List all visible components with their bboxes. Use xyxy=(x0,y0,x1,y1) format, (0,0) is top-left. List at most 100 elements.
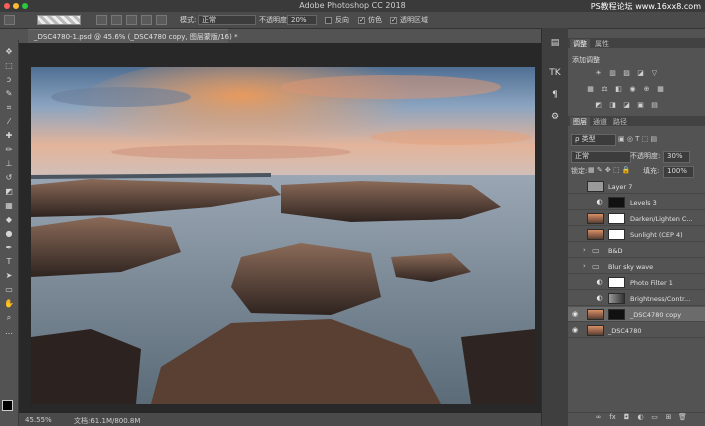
layer-filter-select[interactable]: ρ 类型 xyxy=(571,134,616,146)
filter-type-icons[interactable]: ▣ ◎ T ⬚ ▤ xyxy=(618,135,657,143)
opacity-label: 不透明度: xyxy=(259,16,290,24)
canvas-image[interactable] xyxy=(31,67,535,404)
quick-select-tool-icon[interactable]: ✎ xyxy=(3,88,15,99)
pen-tool-icon[interactable]: ✒ xyxy=(3,242,15,253)
layer-mask-thumbnail xyxy=(608,277,625,288)
add-mask-icon[interactable]: ◘ xyxy=(622,413,631,422)
fill-input[interactable]: 100% xyxy=(663,166,694,178)
zoom-tool-icon[interactable]: ⌕ xyxy=(3,312,15,323)
selective-color-adjust-icon[interactable]: ▣ xyxy=(636,101,645,109)
eraser-tool-icon[interactable]: ◩ xyxy=(3,186,15,197)
hand-tool-icon[interactable]: ✋ xyxy=(3,298,15,309)
posterize-adjust-icon[interactable]: ◨ xyxy=(608,101,617,109)
layer-row[interactable]: ◉ _DSC4780 xyxy=(568,323,705,338)
link-layers-icon[interactable]: ∞ xyxy=(594,413,603,422)
angle-gradient-icon[interactable] xyxy=(126,15,137,25)
history-panel-icon[interactable]: ▤ xyxy=(548,36,562,50)
layer-name: Brightness/Contr... xyxy=(630,295,691,303)
linear-gradient-icon[interactable] xyxy=(96,15,107,25)
brush-tool-icon[interactable]: ✏ xyxy=(3,144,15,155)
channel-mixer-adjust-icon[interactable]: ⊕ xyxy=(642,85,651,93)
vibrance-adjust-icon[interactable]: ▽ xyxy=(650,69,659,77)
shape-tool-icon[interactable]: ▭ xyxy=(3,284,15,295)
healing-brush-tool-icon[interactable]: ✚ xyxy=(3,130,15,141)
layer-row[interactable]: › ▭ B&D xyxy=(568,243,705,258)
new-group-icon[interactable]: ▭ xyxy=(650,413,659,422)
zoom-level[interactable]: 45.55% xyxy=(25,416,52,424)
opacity-input[interactable]: 20% xyxy=(287,15,317,25)
paragraph-panel-icon[interactable]: ¶ xyxy=(548,88,562,102)
properties-panel-icon[interactable]: ⚙ xyxy=(548,110,562,124)
layers-bottom-bar: ∞ fx ◘ ◐ ▭ ⊞ 🗑 xyxy=(568,412,705,425)
mode-select[interactable]: 正常 xyxy=(198,15,256,25)
history-brush-tool-icon[interactable]: ↺ xyxy=(3,172,15,183)
eyedropper-tool-icon[interactable]: ⁄ xyxy=(3,116,15,127)
layer-row[interactable]: ◉ _DSC4780 copy xyxy=(568,307,705,322)
tool-preset-icon[interactable] xyxy=(4,15,15,25)
invert-adjust-icon[interactable]: ◩ xyxy=(594,101,603,109)
levels-adjust-icon[interactable]: ▥ xyxy=(608,69,617,77)
hue-adjust-icon[interactable]: ▦ xyxy=(586,85,595,93)
seascape-photo xyxy=(31,67,535,404)
move-tool-icon[interactable]: ✥ xyxy=(3,46,15,57)
radial-gradient-icon[interactable] xyxy=(111,15,122,25)
curves-adjust-icon[interactable]: ▨ xyxy=(622,69,631,77)
layer-style-icon[interactable]: fx xyxy=(608,413,617,422)
color-lookup-adjust-icon[interactable]: ▦ xyxy=(656,85,665,93)
layer-row[interactable]: ◐ Levels 3 xyxy=(568,195,705,210)
layer-row[interactable]: › ▭ Blur sky wave xyxy=(568,259,705,274)
tab-layers[interactable]: 图层 xyxy=(570,117,590,126)
new-layer-icon[interactable]: ⊞ xyxy=(664,413,673,422)
transparency-checkbox[interactable] xyxy=(390,16,397,24)
reflected-gradient-icon[interactable] xyxy=(141,15,152,25)
tab-paths[interactable]: 路径 xyxy=(610,117,630,127)
character-panel-icon[interactable]: TK xyxy=(548,66,562,80)
blend-mode-select[interactable]: 正常 xyxy=(571,151,631,163)
more-tools-icon[interactable]: … xyxy=(3,326,15,337)
dodge-tool-icon[interactable]: ● xyxy=(3,228,15,239)
tab-adjustments[interactable]: 调整 xyxy=(570,39,590,48)
visibility-eye-icon[interactable]: ◉ xyxy=(571,327,579,334)
tab-properties[interactable]: 属性 xyxy=(592,39,612,49)
type-tool-icon[interactable]: T xyxy=(3,256,15,267)
layer-opacity-input[interactable]: 30% xyxy=(663,151,690,163)
layer-row[interactable]: ◐ Brightness/Contr... xyxy=(568,291,705,306)
new-adjustment-icon[interactable]: ◐ xyxy=(636,413,645,422)
photo-filter-adjust-icon[interactable]: ◉ xyxy=(628,85,637,93)
layer-name: Levels 3 xyxy=(630,199,657,207)
layer-row[interactable]: Layer 7 xyxy=(568,179,705,194)
layers-panel: 图层 通道 路径 ρ 类型 ▣ ◎ T ⬚ ▤ 正常 不透明度: 30% 锁定:… xyxy=(568,116,705,426)
gradient-map-adjust-icon[interactable]: ▤ xyxy=(650,101,659,109)
dither-checkbox[interactable] xyxy=(358,16,365,24)
expand-arrow-icon[interactable]: › xyxy=(583,246,586,254)
brightness-adjust-icon[interactable]: ☀ xyxy=(594,69,603,77)
levels-layer-icon: ◐ xyxy=(596,198,603,206)
reverse-checkbox[interactable] xyxy=(325,17,332,24)
clone-stamp-tool-icon[interactable]: ⊥ xyxy=(3,158,15,169)
threshold-adjust-icon[interactable]: ◪ xyxy=(622,101,631,109)
transparency-label: 透明区域 xyxy=(400,16,428,24)
crop-tool-icon[interactable]: ⌗ xyxy=(3,102,15,113)
gradient-picker[interactable] xyxy=(37,15,81,25)
foreground-color-swatch[interactable] xyxy=(2,400,13,411)
tab-channels[interactable]: 通道 xyxy=(590,117,610,127)
photo-filter-layer-icon: ◐ xyxy=(596,278,603,286)
exposure-adjust-icon[interactable]: ◪ xyxy=(636,69,645,77)
black-white-adjust-icon[interactable]: ◧ xyxy=(614,85,623,93)
marquee-tool-icon[interactable]: ⬚ xyxy=(3,60,15,71)
delete-layer-icon[interactable]: 🗑 xyxy=(678,413,687,422)
layer-row[interactable]: ◐ Photo Filter 1 xyxy=(568,275,705,290)
visibility-eye-icon[interactable]: ◉ xyxy=(571,311,579,318)
color-balance-adjust-icon[interactable]: ⚖ xyxy=(600,85,609,93)
document-tab[interactable]: _DSC4780-1.psd @ 45.6% (_DSC4780 copy, 图… xyxy=(28,29,238,43)
expand-arrow-icon[interactable]: › xyxy=(583,262,586,270)
layer-row[interactable]: Darken/Lighten C... xyxy=(568,211,705,226)
layer-row[interactable]: Sunlight (CEP 4) xyxy=(568,227,705,242)
diamond-gradient-icon[interactable] xyxy=(156,15,167,25)
fill-label: 填充: xyxy=(643,167,660,175)
lock-icons[interactable]: ▦ ✎ ✥ ⬚ 🔒 xyxy=(588,166,631,174)
blur-tool-icon[interactable]: ◆ xyxy=(3,214,15,225)
path-select-tool-icon[interactable]: ➤ xyxy=(3,270,15,281)
lasso-tool-icon[interactable]: ↄ xyxy=(3,74,15,85)
gradient-tool-icon[interactable]: ▦ xyxy=(3,200,15,211)
